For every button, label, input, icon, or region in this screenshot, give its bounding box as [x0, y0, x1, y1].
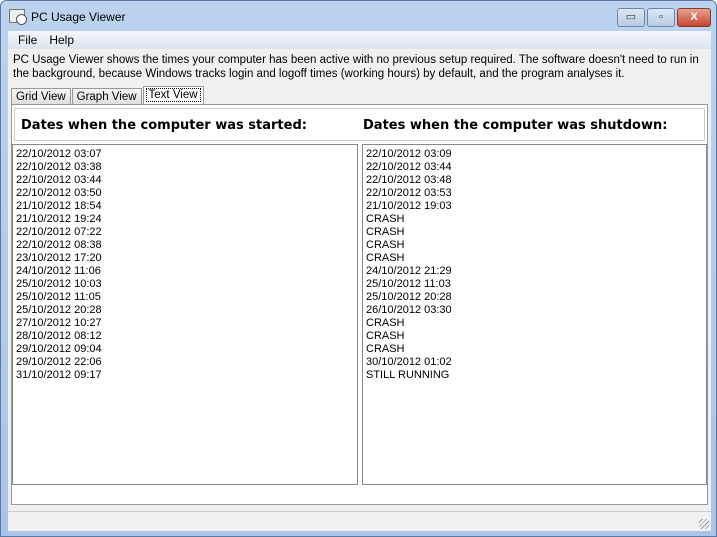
- started-entry: 29/10/2012 09:04: [16, 343, 102, 355]
- resize-grip-icon[interactable]: [699, 519, 709, 529]
- started-entry: 22/10/2012 03:38: [16, 161, 102, 173]
- shutdown-entry: 22/10/2012 03:48: [366, 174, 452, 186]
- started-entry: 24/10/2012 11:06: [16, 265, 101, 277]
- menu-file[interactable]: File: [12, 31, 43, 49]
- tab-text-view-label: Text View: [145, 88, 201, 102]
- started-entry: 27/10/2012 10:27: [16, 317, 102, 329]
- shutdown-entry: 24/10/2012 21:29: [366, 265, 452, 277]
- started-entry: 22/10/2012 03:07: [16, 148, 102, 160]
- tab-text-view[interactable]: Text View: [142, 86, 204, 106]
- app-window: PC Usage Viewer ▭ ▫ X File Help PC Usage…: [0, 0, 717, 537]
- started-entry: 25/10/2012 20:28: [16, 304, 102, 316]
- client-area: File Help PC Usage Viewer shows the time…: [8, 31, 711, 531]
- started-entry: 22/10/2012 03:44: [16, 174, 102, 186]
- shutdown-entry: 30/10/2012 01:02: [366, 356, 452, 368]
- description-text: PC Usage Viewer shows the times your com…: [13, 54, 699, 80]
- started-entry: 21/10/2012 19:24: [16, 213, 102, 225]
- started-entry: 29/10/2012 22:06: [16, 356, 102, 368]
- started-header: Dates when the computer was started:: [21, 118, 307, 133]
- shutdown-entry: CRASH: [366, 343, 405, 355]
- started-entry: 25/10/2012 11:05: [16, 291, 101, 303]
- shutdown-entry: STILL RUNNING: [366, 369, 450, 381]
- shutdown-list[interactable]: 22/10/2012 03:09 22/10/2012 03:44 22/10/20…: [362, 144, 707, 485]
- started-entry: 25/10/2012 10:03: [16, 278, 102, 290]
- title-bar[interactable]: PC Usage Viewer ▭ ▫ X: [1, 1, 716, 31]
- headers-row: Dates when the computer was started: Dat…: [14, 108, 705, 141]
- app-icon: [9, 9, 27, 25]
- started-entry: 22/10/2012 07:22: [16, 226, 102, 238]
- shutdown-entry: CRASH: [366, 239, 405, 251]
- maximize-button[interactable]: ▫: [647, 8, 675, 27]
- shutdown-entry: 26/10/2012 03:30: [366, 304, 452, 316]
- shutdown-entry: CRASH: [366, 317, 405, 329]
- shutdown-entry: CRASH: [366, 213, 405, 225]
- started-entry: 21/10/2012 18:54: [16, 200, 102, 212]
- shutdown-header: Dates when the computer was shutdown:: [363, 118, 668, 133]
- shutdown-entry: CRASH: [366, 226, 405, 238]
- started-entry: 22/10/2012 03:50: [16, 187, 102, 199]
- text-view-panel: Dates when the computer was started: Dat…: [11, 104, 708, 505]
- shutdown-entry: CRASH: [366, 252, 405, 264]
- shutdown-entry: 22/10/2012 03:09: [366, 148, 452, 160]
- menu-help[interactable]: Help: [43, 31, 80, 49]
- status-bar: [8, 511, 711, 531]
- shutdown-entry: 22/10/2012 03:53: [366, 187, 452, 199]
- close-button[interactable]: X: [677, 8, 711, 27]
- shutdown-entry: 22/10/2012 03:44: [366, 161, 452, 173]
- started-entry: 22/10/2012 08:38: [16, 239, 102, 251]
- started-entry: 31/10/2012 09:17: [16, 369, 102, 381]
- tab-strip: Grid View Graph View Text View: [11, 86, 205, 106]
- started-entry: 23/10/2012 17:20: [16, 252, 102, 264]
- shutdown-entry: 21/10/2012 19:03: [366, 200, 452, 212]
- shutdown-entry: CRASH: [366, 330, 405, 342]
- minimize-button[interactable]: ▭: [617, 8, 645, 27]
- window-title: PC Usage Viewer: [31, 10, 126, 24]
- menu-bar: File Help: [8, 31, 711, 49]
- shutdown-entry: 25/10/2012 11:03: [366, 278, 451, 290]
- shutdown-entry: 25/10/2012 20:28: [366, 291, 452, 303]
- started-entry: 28/10/2012 08:12: [16, 330, 102, 342]
- started-list[interactable]: 22/10/2012 03:07 22/10/2012 03:38 22/10/20…: [12, 144, 358, 485]
